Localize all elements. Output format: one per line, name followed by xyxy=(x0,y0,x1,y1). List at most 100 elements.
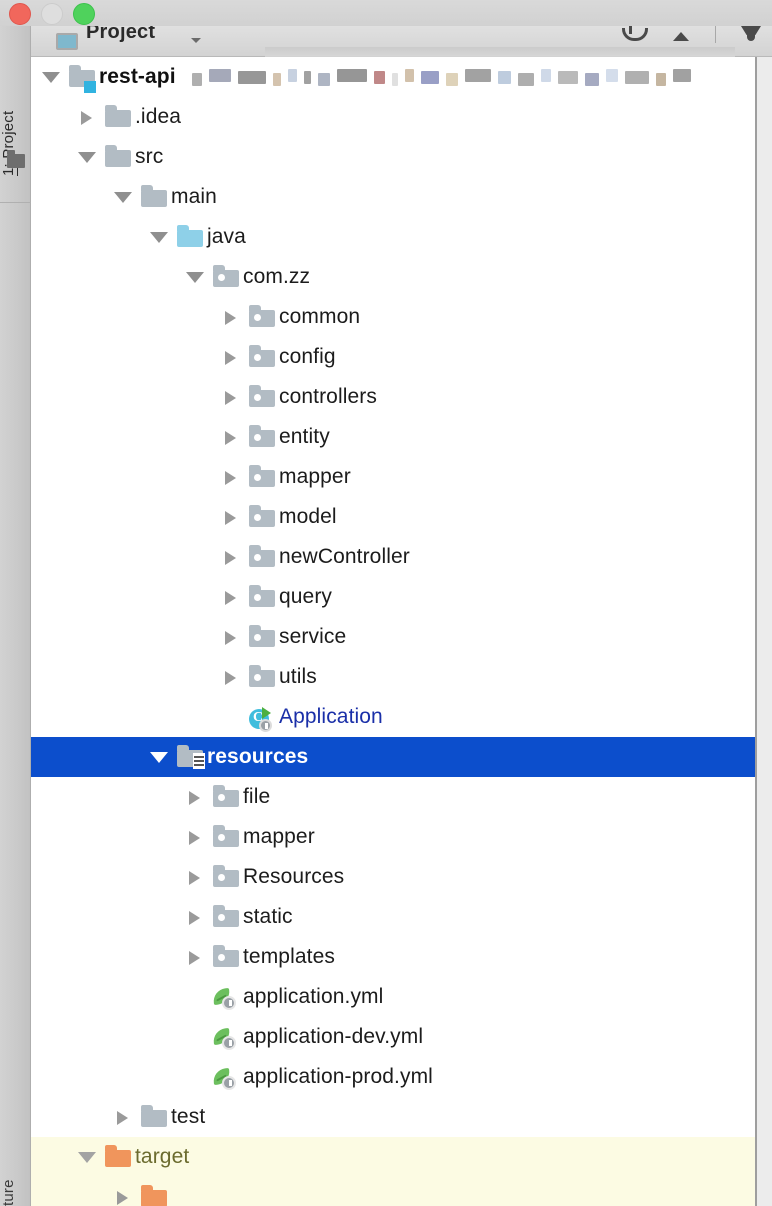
tree-row[interactable]: common xyxy=(31,297,755,337)
tree-row[interactable]: application.yml xyxy=(31,977,755,1017)
expand-twisty-icon[interactable] xyxy=(219,297,245,337)
excluded-folder-icon xyxy=(141,1190,167,1206)
tree-row-label: java xyxy=(207,225,246,249)
expand-twisty-icon[interactable] xyxy=(183,897,209,937)
folder-shape xyxy=(213,870,239,887)
expand-twisty-icon[interactable] xyxy=(219,577,245,617)
expand-twisty-icon[interactable] xyxy=(219,537,245,577)
collapse-twisty-icon[interactable] xyxy=(75,1137,101,1177)
tree-row-label: target xyxy=(135,1145,189,1169)
tree-row[interactable] xyxy=(31,1177,755,1206)
collapse-twisty-icon[interactable] xyxy=(75,137,101,177)
tree-row[interactable]: templates xyxy=(31,937,755,977)
collapse-twisty-icon[interactable] xyxy=(183,257,209,297)
indent-spacer xyxy=(31,437,219,438)
collapse-twisty-icon[interactable] xyxy=(39,57,65,97)
spring-config-icon xyxy=(213,1028,239,1050)
chevron-down-icon[interactable] xyxy=(191,38,201,43)
folder-shape xyxy=(249,470,275,487)
folder-shape xyxy=(249,310,275,327)
tree-row[interactable]: config xyxy=(31,337,755,377)
scroll-up-icon[interactable] xyxy=(667,26,693,46)
expand-twisty-icon[interactable] xyxy=(111,1177,137,1206)
package-dot-icon xyxy=(218,834,225,841)
package-dot-icon xyxy=(218,794,225,801)
expand-twisty-icon[interactable] xyxy=(219,337,245,377)
collapse-twisty-icon[interactable] xyxy=(111,177,137,217)
tree-row[interactable]: java xyxy=(31,217,755,257)
gear-badge-icon xyxy=(222,996,236,1010)
tree-row[interactable]: main xyxy=(31,177,755,217)
indent-spacer xyxy=(31,317,219,318)
sidebar-item-structure[interactable]: ture xyxy=(0,1114,31,1206)
package-dot-icon xyxy=(254,514,261,521)
tree-row-label: common xyxy=(279,305,360,329)
folder-icon xyxy=(101,137,135,177)
tree-row[interactable]: mapper xyxy=(31,457,755,497)
indent-spacer xyxy=(31,1117,111,1118)
module-folder-icon xyxy=(65,57,99,97)
expand-twisty-icon[interactable] xyxy=(183,937,209,977)
expand-twisty-icon[interactable] xyxy=(219,497,245,537)
expand-twisty-icon[interactable] xyxy=(183,857,209,897)
package-icon xyxy=(209,777,243,817)
window-controls xyxy=(9,3,95,25)
folder-icon xyxy=(141,1110,167,1127)
tree-row-label: application-dev.yml xyxy=(243,1025,423,1049)
folder-shape xyxy=(213,790,239,807)
indent-spacer xyxy=(31,1157,75,1158)
expand-twisty-icon[interactable] xyxy=(219,417,245,457)
tree-row[interactable]: service xyxy=(31,617,755,657)
tree-row[interactable]: com.zz xyxy=(31,257,755,297)
expand-twisty-icon[interactable] xyxy=(219,377,245,417)
tree-row-label: mapper xyxy=(279,465,351,489)
expand-twisty-icon[interactable] xyxy=(219,617,245,657)
spring-config-icon xyxy=(213,1068,239,1090)
collapse-twisty-icon[interactable] xyxy=(147,217,173,257)
close-window-button[interactable] xyxy=(9,3,31,25)
tree-row[interactable]: model xyxy=(31,497,755,537)
redacted-block xyxy=(392,73,398,86)
minimize-window-button[interactable] xyxy=(41,3,63,25)
page-title: Project xyxy=(86,26,155,44)
expand-twisty-icon[interactable] xyxy=(75,97,101,137)
tree-row[interactable]: utils xyxy=(31,657,755,697)
settings-gear-icon[interactable] xyxy=(738,26,764,46)
tree-row-label: resources xyxy=(207,745,308,769)
spring-yml-icon xyxy=(209,977,243,1017)
tree-row[interactable]: mapper xyxy=(31,817,755,857)
redacted-block xyxy=(421,71,439,84)
tree-row-label: test xyxy=(171,1105,205,1129)
tree-row[interactable]: CApplication xyxy=(31,697,755,737)
collapse-all-icon[interactable] xyxy=(619,26,645,46)
tree-row[interactable]: .idea xyxy=(31,97,755,137)
spring-yml-icon xyxy=(209,1017,243,1057)
zoom-window-button[interactable] xyxy=(73,3,95,25)
tree-row[interactable]: target xyxy=(31,1137,755,1177)
tree-row[interactable]: static xyxy=(31,897,755,937)
expand-twisty-icon[interactable] xyxy=(219,457,245,497)
expand-twisty-icon[interactable] xyxy=(111,1097,137,1137)
expand-twisty-icon[interactable] xyxy=(219,657,245,697)
expand-twisty-icon[interactable] xyxy=(183,777,209,817)
tree-row[interactable]: resources xyxy=(31,737,755,777)
tree-row[interactable]: Resources xyxy=(31,857,755,897)
redacted-block xyxy=(288,69,297,82)
tree-row[interactable]: rest-api xyxy=(31,57,755,97)
tree-row[interactable]: entity xyxy=(31,417,755,457)
runnable-class-icon: C xyxy=(245,697,279,737)
tree-row[interactable]: test xyxy=(31,1097,755,1137)
folder-icon xyxy=(141,190,167,207)
collapse-twisty-icon[interactable] xyxy=(147,737,173,777)
indent-spacer xyxy=(31,157,75,158)
tree-row[interactable]: controllers xyxy=(31,377,755,417)
tree-row[interactable]: query xyxy=(31,577,755,617)
project-tree[interactable]: rest-api.ideasrcmain java com.zz common conf… xyxy=(31,57,755,1206)
tree-row[interactable]: src xyxy=(31,137,755,177)
redacted-block xyxy=(585,73,599,86)
tree-row[interactable]: application-dev.yml xyxy=(31,1017,755,1057)
tree-row[interactable]: application-prod.yml xyxy=(31,1057,755,1097)
tree-row[interactable]: newController xyxy=(31,537,755,577)
tree-row[interactable]: file xyxy=(31,777,755,817)
expand-twisty-icon[interactable] xyxy=(183,817,209,857)
